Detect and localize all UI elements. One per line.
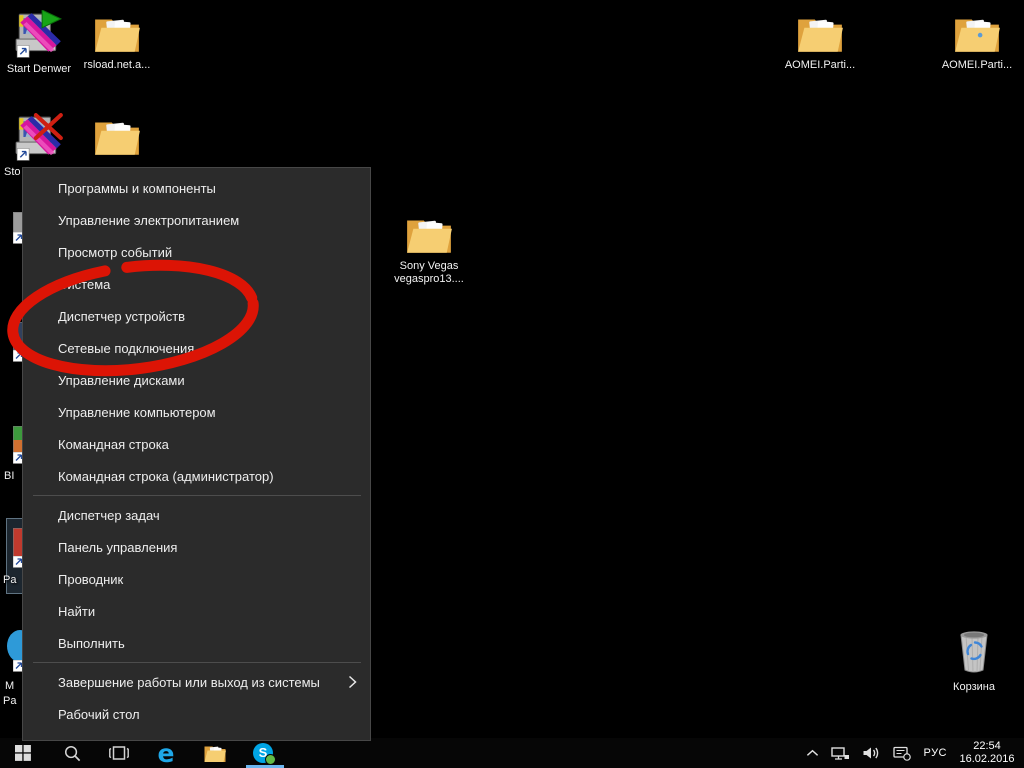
- menu-item-shutdown-signout[interactable]: Завершение работы или выход из системы: [23, 666, 370, 698]
- system-tray: РУС 22:54 16.02.2016: [806, 738, 1024, 768]
- search-icon: [63, 744, 82, 763]
- skype-icon: S: [253, 743, 273, 763]
- menu-item-file-explorer[interactable]: Проводник: [23, 563, 370, 595]
- edge-icon: e: [158, 741, 175, 766]
- menu-item-command-prompt[interactable]: Командная строка: [23, 428, 370, 460]
- network-icon[interactable]: [830, 745, 850, 762]
- folder-icon: [795, 10, 845, 56]
- menu-item-disk-management[interactable]: Управление дисками: [23, 364, 370, 396]
- tray-date: 16.02.2016: [958, 753, 1016, 766]
- file-explorer-button[interactable]: [195, 738, 235, 768]
- menu-item-desktop[interactable]: Рабочий стол: [23, 698, 370, 730]
- volume-icon[interactable]: [861, 745, 881, 761]
- menu-item-control-panel[interactable]: Панель управления: [23, 531, 370, 563]
- menu-item-system[interactable]: Система: [23, 268, 370, 300]
- icon-label: Start Denwer: [1, 63, 77, 76]
- menu-item-task-manager[interactable]: Диспетчер задач: [23, 499, 370, 531]
- recycle-bin-icon: [949, 626, 999, 678]
- tray-time: 22:54: [958, 740, 1016, 753]
- desktop-icon-rsload-folder[interactable]: rsload.net.a...: [79, 10, 155, 72]
- menu-item-run[interactable]: Выполнить: [23, 627, 370, 659]
- desktop: Start Denwer rsload.net.a... Sto AOMEI.P…: [0, 0, 1024, 768]
- task-view-button[interactable]: [99, 738, 139, 768]
- denwer-stop-icon: [13, 113, 65, 163]
- desktop-icon-folder[interactable]: [79, 113, 155, 159]
- taskbar: e S: [0, 738, 1024, 768]
- menu-item-power-options[interactable]: Управление электропитанием: [23, 204, 370, 236]
- icon-label: Pa: [3, 695, 16, 707]
- file-explorer-icon: [203, 742, 227, 764]
- tray-clock[interactable]: 22:54 16.02.2016: [958, 740, 1016, 766]
- start-button[interactable]: [3, 738, 43, 768]
- skype-button[interactable]: S: [243, 738, 283, 768]
- menu-item-device-manager[interactable]: Диспетчер устройств: [23, 300, 370, 332]
- menu-item-network-connections[interactable]: Сетевые подключения: [23, 332, 370, 364]
- icon-label: M: [5, 680, 14, 692]
- desktop-icon-start-denwer[interactable]: Start Denwer: [1, 10, 77, 76]
- desktop-icon-aomei-folder-1[interactable]: AOMEI.Parti...: [782, 10, 858, 72]
- folder-icon: [92, 10, 142, 56]
- skype-status-badge: [265, 754, 276, 765]
- taskbar-search-button[interactable]: [52, 738, 92, 768]
- menu-item-programs-and-features[interactable]: Программы и компоненты: [23, 172, 370, 204]
- shortcut-arrow-icon: [17, 45, 29, 57]
- task-view-icon: [108, 744, 130, 762]
- tray-language[interactable]: РУС: [923, 747, 947, 759]
- menu-separator: [33, 662, 361, 663]
- icon-label: BI: [4, 470, 14, 482]
- desktop-icon-aomei-folder-2[interactable]: AOMEI.Parti...: [939, 10, 1015, 72]
- submenu-chevron-icon: [348, 675, 357, 689]
- edge-button[interactable]: e: [146, 738, 186, 768]
- menu-item-computer-management[interactable]: Управление компьютером: [23, 396, 370, 428]
- icon-label: Корзина: [936, 681, 1012, 694]
- desktop-icon-sony-vegas-folder[interactable]: Sony Vegas vegaspro13....: [391, 211, 467, 286]
- folder-icon: [404, 211, 454, 257]
- icon-label: AOMEI.Parti...: [782, 59, 858, 72]
- menu-item-event-viewer[interactable]: Просмотр событий: [23, 236, 370, 268]
- shortcut-arrow-icon: [17, 148, 29, 160]
- menu-item-search[interactable]: Найти: [23, 595, 370, 627]
- icon-label: Sony Vegas vegaspro13....: [391, 260, 467, 286]
- touch-keyboard-icon[interactable]: [892, 745, 912, 761]
- menu-separator: [33, 495, 361, 496]
- winx-menu: Программы и компоненты Управление электр…: [22, 167, 371, 741]
- desktop-icon-recycle-bin[interactable]: Корзина: [936, 626, 1012, 694]
- folder-icon: [952, 10, 1002, 56]
- menu-item-command-prompt-admin[interactable]: Командная строка (администратор): [23, 460, 370, 492]
- icon-label: rsload.net.a...: [79, 59, 155, 72]
- hidden-icons-chevron[interactable]: [806, 749, 819, 757]
- icon-label: AOMEI.Parti...: [939, 59, 1015, 72]
- denwer-start-icon: [13, 10, 65, 60]
- windows-logo-icon: [14, 744, 32, 762]
- folder-icon: [92, 113, 142, 159]
- icon-label: Pa: [3, 574, 16, 586]
